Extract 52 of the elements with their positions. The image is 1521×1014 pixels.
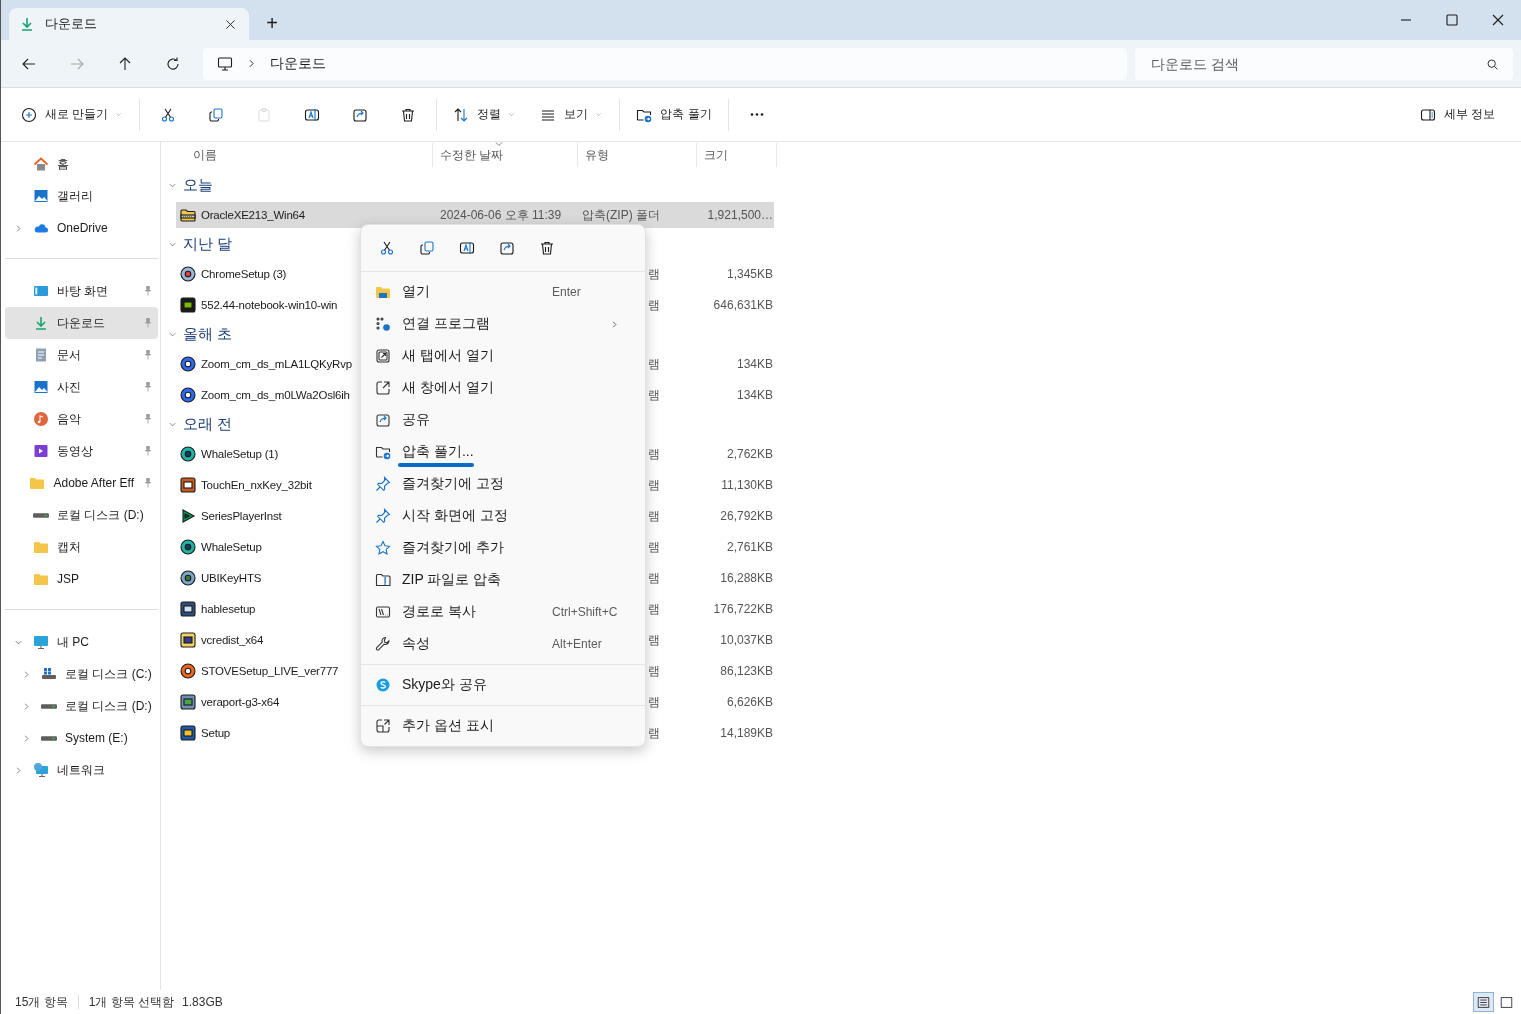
item-count: 15개 항목 <box>15 993 68 1011</box>
type-cell: 램 <box>648 386 660 404</box>
file-name: ChromeSetup (3) <box>201 268 287 280</box>
type-cell: 램 <box>648 296 660 314</box>
file-name: WhaleSetup (1) <box>201 448 279 460</box>
type-cell: 램 <box>648 476 660 494</box>
size-cell: 11,130KB <box>721 478 773 492</box>
file-name: TouchEn_nxKey_32bit <box>201 479 312 491</box>
size-cell: 134KB <box>736 388 773 402</box>
file-name: veraport-g3-x64 <box>201 696 280 708</box>
size-cell: 134KB <box>736 357 773 371</box>
type-cell: 램 <box>648 265 660 283</box>
file-name: SeriesPlayerInst <box>201 510 282 522</box>
file-name: Zoom_cm_ds_mLA1LQKyRvp <box>201 358 352 370</box>
size-cell: 2,762KB <box>726 447 773 461</box>
size-cell: 1,345KB <box>726 267 773 281</box>
file-name: Zoom_cm_ds_m0LWa2Osl6ih <box>201 389 350 401</box>
file-name: OracleXE213_Win64 <box>201 209 305 221</box>
shortcut-text: Ctrl+Shift+C <box>552 605 618 619</box>
size-cell: 26,792KB <box>720 509 773 523</box>
type-cell: 램 <box>648 507 660 525</box>
size-cell: 646,631KB <box>713 298 773 312</box>
size-cell: 2,761KB <box>726 540 773 554</box>
size-cell: 14,189KB <box>720 726 773 740</box>
selection-size: 1.83GB <box>182 995 223 1009</box>
size-cell: 1,921,500… <box>707 208 773 222</box>
shortcut-text: Alt+Enter <box>552 637 602 651</box>
file-name: STOVESetup_LIVE_ver777 <box>201 665 339 677</box>
type-cell: 램 <box>648 445 660 463</box>
type-cell: 램 <box>648 724 660 742</box>
size-cell: 16,288KB <box>720 571 773 585</box>
file-name: Setup <box>201 727 231 739</box>
file-name: hablesetup <box>201 603 256 615</box>
file-name: vcredist_x64 <box>201 634 264 646</box>
size-cell: 6,626KB <box>726 695 773 709</box>
file-name: UBIKeyHTS <box>201 572 262 584</box>
date-cell: 2024-06-06 오후 11:39 <box>440 206 562 224</box>
type-cell: 압축(ZIP) 폴더 <box>582 206 660 224</box>
file-name: WhaleSetup <box>201 541 262 553</box>
type-cell: 램 <box>648 355 660 373</box>
type-cell: 램 <box>648 600 660 618</box>
type-cell: 램 <box>648 662 660 680</box>
size-cell: 10,037KB <box>720 633 773 647</box>
type-cell: 램 <box>648 569 660 587</box>
shortcut-text: Enter <box>552 285 581 299</box>
size-cell: 176,722KB <box>713 602 773 616</box>
selection-info: 1개 항목 선택함 <box>88 993 175 1011</box>
type-cell: 램 <box>648 538 660 556</box>
file-name: 552.44-notebook-win10-win <box>201 299 338 311</box>
type-cell: 램 <box>648 693 660 711</box>
type-cell: 램 <box>648 631 660 649</box>
size-cell: 86,123KB <box>720 664 773 678</box>
